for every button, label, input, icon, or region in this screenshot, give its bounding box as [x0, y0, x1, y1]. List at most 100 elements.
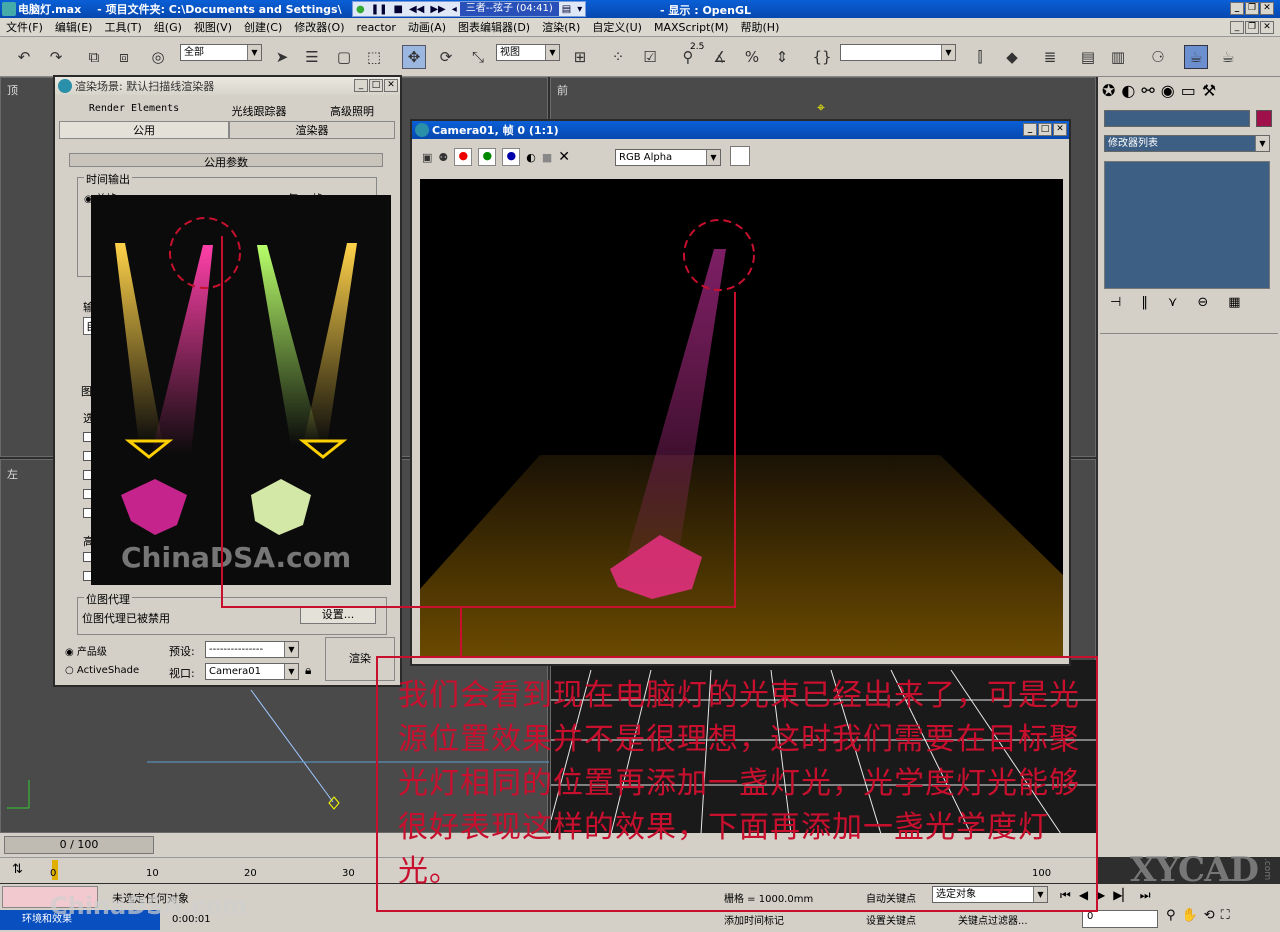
mirror-icon[interactable]: ⫿ — [968, 45, 992, 69]
orbit-icon[interactable]: ⟲ — [1204, 908, 1215, 923]
preset-combo[interactable]: --------------- ▼ — [205, 641, 299, 658]
menu-animation[interactable]: 动画(A) — [402, 19, 452, 35]
move-icon[interactable]: ✥ — [402, 45, 426, 69]
maximize-button[interactable]: □ — [1038, 123, 1052, 136]
key-filters-button[interactable]: 关键点过滤器... — [958, 912, 1028, 927]
show-end-result-icon[interactable]: ‖ — [1141, 295, 1148, 315]
close-button[interactable]: ✕ — [1053, 123, 1067, 136]
maximize-viewport-icon[interactable]: ⛶ — [1221, 908, 1230, 923]
selection-filter[interactable]: 全部 ▼ — [180, 44, 262, 61]
configure-sets-icon[interactable]: ▦ — [1228, 295, 1240, 315]
stop-icon[interactable]: ■ — [391, 4, 406, 15]
media-player-bar[interactable]: ● ❚❚ ■ ◀◀ ▶▶ ◂ 三者--弦子 (04:41) ▤ ▾ — [352, 1, 587, 17]
production-radio[interactable]: ◉ 产品级 — [65, 643, 107, 658]
link-icon[interactable]: ⧉ — [82, 45, 106, 69]
angle-snap-icon[interactable]: ∡ — [708, 45, 732, 69]
menu-tools[interactable]: 工具(T) — [98, 19, 147, 35]
create-tab-icon[interactable]: ✪ — [1102, 81, 1115, 103]
pin-stack-icon[interactable]: ⊣ — [1110, 295, 1121, 315]
tab-raytracer[interactable]: 光线跟踪器 — [209, 103, 309, 119]
pan-icon[interactable]: ✋ — [1182, 908, 1198, 923]
dropdown-icon[interactable]: ▾ — [574, 4, 585, 15]
make-unique-icon[interactable]: ⋎ — [1168, 295, 1178, 315]
blue-channel-icon[interactable]: ● — [502, 148, 521, 166]
menu-modifiers[interactable]: 修改器(O) — [288, 19, 350, 35]
menu-edit[interactable]: 编辑(E) — [49, 19, 99, 35]
percent-snap-icon[interactable]: % — [740, 45, 764, 69]
tab-render-elements[interactable]: Render Elements — [59, 103, 209, 114]
hierarchy-tab-icon[interactable]: ⚯ — [1141, 81, 1154, 103]
motion-tab-icon[interactable]: ◉ — [1161, 81, 1175, 103]
green-channel-icon[interactable]: ● — [478, 148, 497, 166]
pause-icon[interactable]: ❚❚ — [368, 4, 391, 15]
setup-button[interactable]: 设置... — [300, 606, 376, 624]
close-button[interactable]: ✕ — [1260, 2, 1274, 15]
time-slider[interactable]: 0 / 100 — [4, 836, 154, 854]
doc-close-button[interactable]: ✕ — [1260, 21, 1274, 34]
current-frame-field[interactable]: 0 — [1082, 910, 1158, 928]
doc-minimize-button[interactable]: _ — [1230, 21, 1244, 34]
channel-combo[interactable]: RGB Alpha ▼ — [615, 149, 721, 166]
modify-tab-icon[interactable]: ◐ — [1121, 81, 1135, 103]
menu-group[interactable]: 组(G) — [148, 19, 188, 35]
ref-coord-system[interactable]: 视图 ▼ — [496, 44, 560, 61]
select-by-name-icon[interactable]: ☰ — [300, 45, 324, 69]
minimize-button[interactable]: _ — [354, 79, 368, 92]
close-button[interactable]: ✕ — [384, 79, 398, 92]
layer-manager-icon[interactable]: ≣ — [1038, 45, 1062, 69]
unlink-icon[interactable]: ⧈ — [112, 45, 136, 69]
menu-icon[interactable]: ▤ — [559, 4, 574, 15]
track-bar-menu-icon[interactable]: ⇅ — [12, 862, 23, 877]
named-selection-icon[interactable]: {} — [810, 45, 834, 69]
red-channel-icon[interactable]: ● — [454, 148, 473, 166]
zoom-icon[interactable]: ⚲ — [1166, 908, 1176, 923]
menu-rendering[interactable]: 渲染(R) — [536, 19, 586, 35]
goto-end-icon[interactable]: ⏭ — [1140, 888, 1151, 903]
render-scene-icon[interactable]: ☕ — [1184, 45, 1208, 69]
named-selection-sets[interactable]: ▼ — [840, 44, 956, 61]
schematic-view-icon[interactable]: ▥ — [1106, 45, 1130, 69]
scale-icon[interactable]: ⤡ — [466, 45, 490, 69]
tab-advanced-lighting[interactable]: 高级照明 — [309, 103, 395, 119]
spinner-snap-icon[interactable]: ⇕ — [770, 45, 794, 69]
menu-customize[interactable]: 自定义(U) — [586, 19, 648, 35]
align-icon[interactable]: ◆ — [1000, 45, 1024, 69]
common-params-rollout[interactable]: 公用参数 — [69, 153, 383, 169]
object-color-swatch[interactable] — [1256, 110, 1272, 127]
add-time-tag[interactable]: 添加时间标记 — [724, 912, 784, 927]
window-crossing-icon[interactable]: ⬚ — [362, 45, 386, 69]
curve-editor-icon[interactable]: ▤ — [1076, 45, 1100, 69]
rect-selection-icon[interactable]: ▢ — [332, 45, 356, 69]
select-icon[interactable]: ➤ — [270, 45, 294, 69]
pivot-icon[interactable]: ⊞ — [568, 45, 592, 69]
next-frame-icon[interactable]: ▶▏ — [1113, 888, 1131, 903]
activeshade-radio[interactable]: ○ ActiveShade — [65, 665, 139, 676]
utilities-tab-icon[interactable]: ⚒ — [1202, 81, 1216, 103]
bind-spacewarp-icon[interactable]: ◎ — [146, 45, 170, 69]
prev-icon[interactable]: ◀◀ — [406, 4, 427, 15]
rotate-icon[interactable]: ⟳ — [434, 45, 458, 69]
set-key-button[interactable]: 设置关键点 — [866, 912, 916, 927]
viewport-combo[interactable]: Camera01 ▼ — [205, 663, 299, 680]
restore-button[interactable]: ❐ — [1245, 2, 1259, 15]
minimize-button[interactable]: _ — [1023, 123, 1037, 136]
menu-help[interactable]: 帮助(H) — [735, 19, 786, 35]
modifier-stack[interactable] — [1104, 161, 1270, 289]
remove-modifier-icon[interactable]: ⊖ — [1197, 295, 1208, 315]
quick-render-icon[interactable]: ☕ — [1216, 45, 1240, 69]
modifier-list[interactable]: 修改器列表 ▼ — [1104, 135, 1270, 152]
menu-graph-editors[interactable]: 图表编辑器(D) — [452, 19, 536, 35]
doc-restore-button[interactable]: ❐ — [1245, 21, 1259, 34]
lock-icon[interactable]: 🔒︎ — [305, 663, 311, 678]
select-manipulate-icon[interactable]: ⁘ — [606, 45, 630, 69]
display-tab-icon[interactable]: ▭ — [1181, 81, 1196, 103]
menu-maxscript[interactable]: MAXScript(M) — [648, 21, 735, 34]
redo-icon[interactable]: ↷ — [44, 45, 68, 69]
minimize-button[interactable]: _ — [1230, 2, 1244, 15]
clear-icon[interactable]: ✕ — [558, 149, 570, 165]
object-name-field[interactable] — [1104, 110, 1250, 127]
keyboard-shortcut-icon[interactable]: ☑ — [638, 45, 662, 69]
volume-icon[interactable]: ◂ — [449, 4, 460, 15]
maximize-button[interactable]: □ — [369, 79, 383, 92]
color-swatch[interactable] — [730, 146, 750, 166]
